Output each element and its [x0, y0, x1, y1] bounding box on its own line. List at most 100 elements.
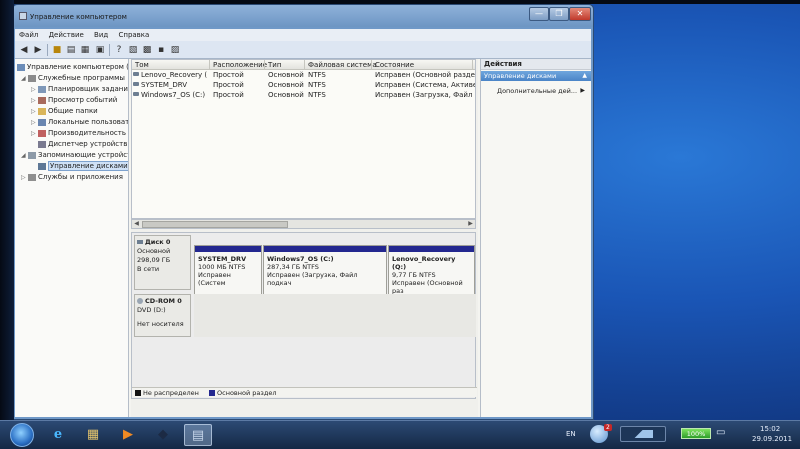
partition-lenovo-recovery[interactable]: Lenovo_Recovery (Q:) 9,77 ГБ NTFS Исправ…	[388, 245, 475, 298]
tree-item-disk-management[interactable]: Управление дисками	[31, 161, 128, 171]
volume-icon	[133, 92, 139, 96]
column-header-volume[interactable]: Том	[135, 61, 149, 69]
title-bar[interactable]: Управление компьютером — ❐ ✕	[13, 5, 593, 27]
collapse-icon[interactable]: ◢	[21, 151, 28, 161]
tree-item-local-users[interactable]: ▷ Локальные пользовате	[31, 117, 128, 128]
properties-icon[interactable]: ▧	[127, 44, 139, 56]
submenu-arrow-icon[interactable]: ▶	[580, 87, 585, 94]
performance-icon	[38, 129, 46, 137]
back-arrow-icon[interactable]: ◀	[18, 44, 30, 56]
more-actions-link[interactable]: Дополнительные дей...	[497, 87, 577, 95]
toolbar: ◀ ▶ ■ ▤ ▦ ▣ ? ▧ ▩ ▪ ▨	[15, 41, 591, 59]
storage-icon	[28, 151, 36, 159]
table-row[interactable]: Windows7_OS (C:) Простой Основной NTFS И…	[132, 91, 475, 101]
close-button[interactable]: ✕	[569, 7, 591, 21]
scrollbar-thumb[interactable]	[142, 221, 288, 228]
notification-badge: 2	[604, 424, 612, 431]
column-header-layout[interactable]: Расположение	[213, 61, 267, 69]
network-signal-widget[interactable]	[620, 426, 666, 442]
collapse-icon[interactable]: ◢	[21, 74, 28, 84]
expand-icon[interactable]: ▷	[31, 107, 38, 117]
battery-indicator[interactable]: 100%	[681, 428, 711, 439]
tree-item-shared-folders[interactable]: ▷ Общие папки	[31, 106, 98, 116]
tree-item-system-tools[interactable]: ◢ Служебные программы	[21, 73, 125, 83]
help-icon[interactable]: ?	[113, 44, 125, 56]
media-player-icon[interactable]: ▶	[114, 424, 142, 446]
minimize-button[interactable]: —	[529, 7, 549, 21]
disk-size: 298,09 ГБ	[137, 256, 171, 264]
expand-icon[interactable]: ▷	[31, 85, 38, 95]
menu-view[interactable]: Вид	[90, 29, 112, 41]
tree-item-performance[interactable]: ▷ Производительность	[31, 128, 126, 138]
actions-section-disk-management[interactable]: Управление дисками ▲	[481, 71, 591, 81]
tree-item-storage[interactable]: ◢ Запоминающие устройст	[21, 150, 128, 161]
tree-item-computer-management[interactable]: Управление компьютером (л	[17, 62, 128, 72]
console-icon[interactable]: ▣	[94, 44, 106, 56]
disk-0-label[interactable]: Диск 0 Основной 298,09 ГБ В сети	[134, 235, 191, 290]
app-icon	[19, 12, 27, 20]
partition-system-drv[interactable]: SYSTEM_DRV 1000 МБ NTFS Исправен (Систем	[194, 245, 262, 298]
legend-unallocated: Не распределен	[143, 389, 199, 397]
start-button[interactable]	[10, 423, 34, 447]
expand-icon[interactable]: ▷	[31, 118, 38, 128]
export-icon[interactable]: ▩	[141, 44, 153, 56]
explorer-folder-icon[interactable]: ▦	[79, 424, 107, 446]
expand-icon[interactable]: ▷	[31, 129, 38, 139]
show-hide-tree-icon[interactable]: ▤	[65, 44, 77, 56]
menu-action[interactable]: Действие	[45, 29, 88, 41]
expand-icon[interactable]: ▷	[21, 173, 28, 183]
column-divider[interactable]	[304, 60, 305, 70]
app-icon-taskbar[interactable]: ◆	[149, 424, 177, 446]
computer-management-taskbar-button[interactable]: ▤	[184, 424, 212, 446]
maximize-button[interactable]: ❐	[549, 7, 569, 21]
partition-status: Исправен (Загрузка, Файл подкач	[267, 271, 358, 287]
computer-management-window: Управление компьютером — ❐ ✕ Файл Действ…	[12, 4, 594, 420]
cdrom-0-label[interactable]: CD-ROM 0 DVD (D:) Нет носителя	[134, 294, 191, 337]
list-view-icon[interactable]: ▦	[79, 44, 91, 56]
tree-item-task-scheduler[interactable]: ▷ Планировщик заданий	[31, 84, 128, 95]
tree-item-event-viewer[interactable]: ▷ Просмотр событий	[31, 95, 117, 105]
partition-name: SYSTEM_DRV	[198, 255, 247, 263]
column-divider[interactable]	[264, 60, 265, 70]
menu-help[interactable]: Справка	[114, 29, 153, 41]
power-plug-icon[interactable]: ▭	[716, 427, 725, 438]
clock-time[interactable]: 15:02	[760, 425, 780, 433]
partition-name: Lenovo_Recovery (Q:)	[392, 255, 456, 271]
language-indicator[interactable]: EN	[566, 430, 576, 438]
table-cell: NTFS	[308, 91, 326, 99]
device-icon	[38, 140, 46, 148]
refresh-icon[interactable]: ▨	[169, 44, 181, 56]
horizontal-scrollbar[interactable]: ◀ ▶	[131, 219, 476, 229]
expand-icon[interactable]: ▷	[31, 96, 38, 106]
column-header-filesystem[interactable]: Файловая система	[308, 61, 377, 69]
column-divider[interactable]	[209, 60, 210, 70]
menu-file[interactable]: Файл	[15, 29, 42, 41]
column-divider[interactable]	[472, 60, 473, 70]
legend: Не распределен Основной раздел	[132, 387, 477, 397]
partition-status: Исправен (Основной раз	[392, 279, 463, 295]
legend-primary: Основной раздел	[217, 389, 277, 397]
window-title: Управление компьютером	[30, 13, 127, 21]
column-divider[interactable]	[371, 60, 372, 70]
forward-arrow-icon[interactable]: ▶	[32, 44, 44, 56]
partition-windows7-os[interactable]: Windows7_OS (C:) 287,34 ГБ NTFS Исправен…	[263, 245, 387, 298]
scroll-left-icon[interactable]: ◀	[132, 220, 141, 228]
tree-item-services-apps[interactable]: ▷ Службы и приложения	[21, 172, 123, 182]
tree-item-device-manager[interactable]: Диспетчер устройств	[31, 139, 127, 149]
table-row[interactable]: Lenovo_Recovery (Q:) Простой Основной NT…	[132, 71, 475, 81]
clock-date[interactable]: 29.09.2011	[752, 435, 792, 443]
toolbar-separator	[47, 44, 48, 56]
disk-settings-icon[interactable]: ▪	[155, 44, 167, 56]
table-cell: Windows7_OS (C:)	[141, 91, 206, 99]
scroll-right-icon[interactable]: ▶	[466, 220, 475, 228]
folder-up-icon[interactable]: ■	[51, 44, 63, 56]
column-header-type[interactable]: Тип	[268, 61, 281, 69]
collapse-caret-icon[interactable]: ▲	[582, 71, 587, 81]
partition-size: 1000 МБ NTFS	[198, 263, 246, 271]
column-header-status[interactable]: Состояние	[375, 61, 414, 69]
table-cell: NTFS	[308, 81, 326, 89]
internet-explorer-icon[interactable]: e	[44, 424, 72, 446]
table-row[interactable]: SYSTEM_DRV Простой Основной NTFS Исправе…	[132, 81, 475, 91]
partition-size: 287,34 ГБ NTFS	[267, 263, 319, 271]
toolbar-separator	[109, 44, 110, 56]
